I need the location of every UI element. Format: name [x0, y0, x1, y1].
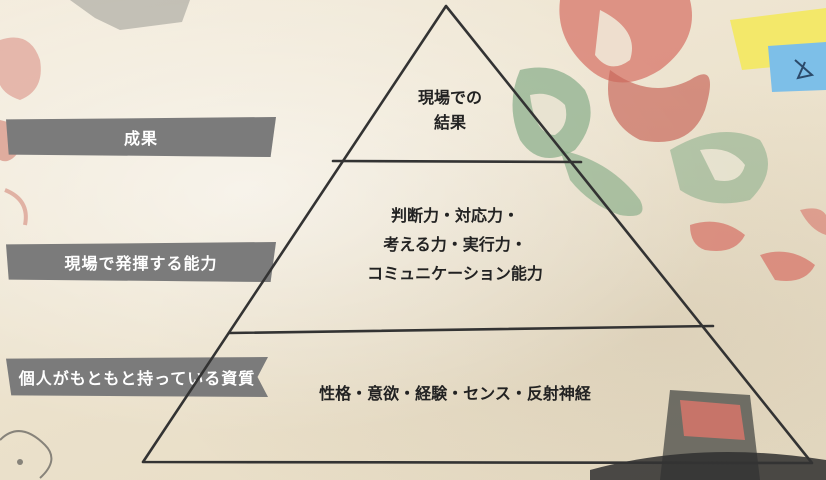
pyramid-bottom-text: 性格・意欲・経験・センス・反射神経 — [290, 382, 620, 407]
pyramid-middle-line-3: コミュニケーション能力 — [367, 263, 543, 283]
pyramid-top-line-2: 結果 — [433, 112, 466, 132]
pyramid-middle-line-1: 判断力・対応力・ — [390, 206, 519, 225]
pyramid-top-line-1: 現場での — [417, 88, 482, 107]
pyramid-bottom-line-1: 性格・意欲・経験・センス・反射神経 — [319, 384, 591, 403]
pyramid-middle-text: 判断力・対応力・ 考える力・実行力・ コミュニケーション能力 — [330, 202, 580, 288]
pyramid-divider-bottom — [227, 324, 715, 335]
pyramid-middle-line-2: 考える力・実行力・ — [383, 234, 527, 254]
pyramid-divider-top — [331, 159, 583, 164]
pyramid-top-text: 現場での 結果 — [380, 86, 520, 136]
